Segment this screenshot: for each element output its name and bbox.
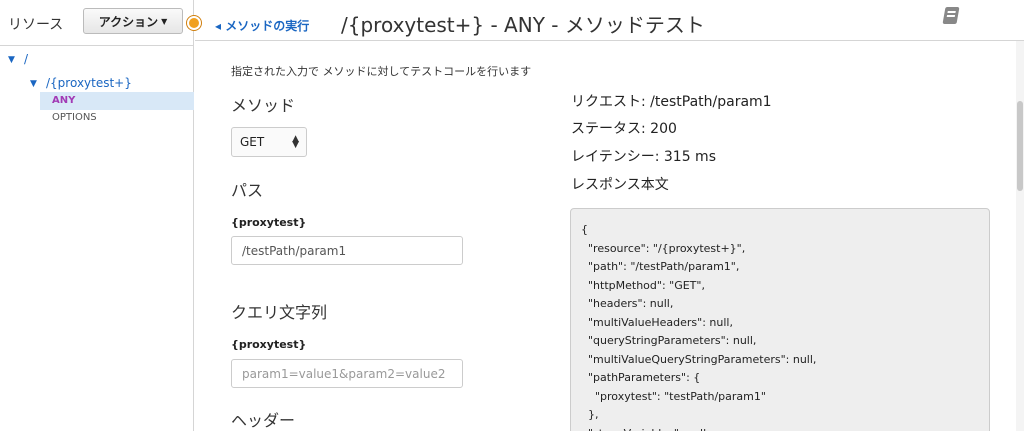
latency-result: レイテンシー: 315 ms xyxy=(571,149,716,165)
status-dot-icon xyxy=(187,16,201,30)
back-link-label: メソッドの実行 xyxy=(225,19,310,33)
response-body-label: レスポンス本文 xyxy=(571,177,669,193)
page-scrollbar[interactable] xyxy=(1016,41,1024,431)
expand-triangle-icon[interactable]: ▼ xyxy=(8,55,15,65)
tree-node-root-label[interactable]: / xyxy=(24,52,28,66)
request-result: リクエスト: /testPath/param1 xyxy=(571,94,772,110)
back-link[interactable]: ◂ メソッドの実行 xyxy=(215,17,309,34)
headers-label: ヘッダー xyxy=(231,411,296,430)
book-icon[interactable] xyxy=(942,7,960,24)
query-string-label: クエリ文字列 xyxy=(231,303,328,322)
chevron-down-icon: ▼ xyxy=(161,16,168,26)
tree-node-proxy-label[interactable]: /{proxytest+} xyxy=(46,76,132,90)
query-param-name: {proxytest} xyxy=(231,338,307,351)
actions-button[interactable]: アクション ▼ xyxy=(83,8,183,34)
scrollbar-thumb[interactable] xyxy=(1017,101,1023,191)
method-select-value: GET xyxy=(240,135,265,149)
method-label: メソッド xyxy=(231,96,296,115)
back-arrow-icon: ◂ xyxy=(215,19,222,33)
resources-sidebar: リソース アクション ▼ ▼ / ▼ /{proxytest+} ANY OPT… xyxy=(0,0,194,431)
page-title: /{proxytest+} - ANY - メソッドテスト xyxy=(341,13,705,37)
path-label: パス xyxy=(231,181,264,200)
sidebar-title: リソース xyxy=(8,17,64,33)
select-arrows-icon: ▲ ▼ xyxy=(292,134,299,150)
actions-button-label: アクション xyxy=(98,14,159,29)
response-body[interactable]: { "resource": "/{proxytest+}", "path": "… xyxy=(570,208,990,431)
tree-node-root[interactable]: ▼ / xyxy=(0,52,194,68)
resource-tree: ▼ / ▼ /{proxytest+} ANY OPTIONS xyxy=(0,52,194,126)
api-gateway-console: リソース アクション ▼ ▼ / ▼ /{proxytest+} ANY OPT… xyxy=(0,0,1024,431)
method-options-label[interactable]: OPTIONS xyxy=(52,112,97,123)
path-param-input[interactable]: /testPath/param1 xyxy=(231,236,463,265)
main-header: ◂ メソッドの実行 /{proxytest+} - ANY - メソッドテスト xyxy=(195,0,1024,41)
main-panel: ◂ メソッドの実行 /{proxytest+} - ANY - メソッドテスト … xyxy=(195,0,1024,431)
query-string-input[interactable]: param1=value1&param2=value2 xyxy=(231,359,463,388)
method-any-label[interactable]: ANY xyxy=(52,95,75,106)
expand-triangle-icon[interactable]: ▼ xyxy=(30,79,37,89)
tree-method-options[interactable]: OPTIONS xyxy=(0,110,194,126)
tree-method-any[interactable]: ANY xyxy=(0,92,194,110)
status-result: ステータス: 200 xyxy=(571,121,677,137)
path-param-name: {proxytest} xyxy=(231,216,307,229)
sidebar-header: リソース アクション ▼ xyxy=(0,0,194,46)
method-select[interactable]: GET ▲ ▼ xyxy=(231,127,307,157)
test-description: 指定された入力で メソッドに対してテストコールを行います xyxy=(231,65,532,78)
tree-node-proxy[interactable]: ▼ /{proxytest+} xyxy=(0,76,194,92)
